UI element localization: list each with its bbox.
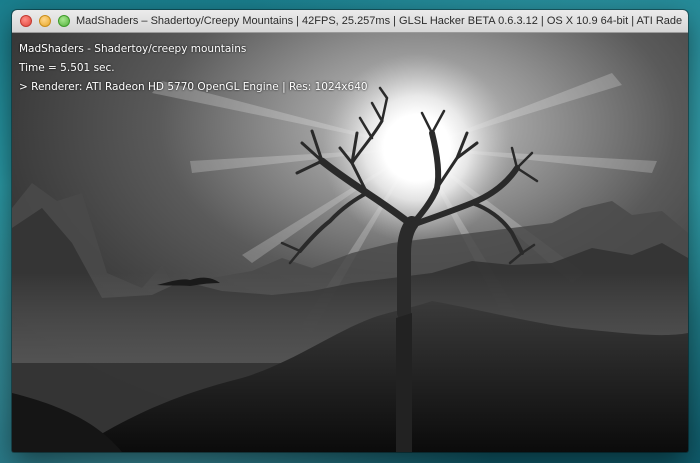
hud-time: Time = 5.501 sec. xyxy=(19,62,115,74)
close-button[interactable] xyxy=(20,15,32,27)
hud-overlay: MadShaders - Shadertoy/creepy mountains … xyxy=(19,40,368,97)
hud-shader-name: MadShaders - Shadertoy/creepy mountains xyxy=(19,43,247,55)
hud-renderer: > Renderer: ATI Radeon HD 5770 OpenGL En… xyxy=(19,81,368,93)
window-title: MadShaders – Shadertoy/Creepy Mountains … xyxy=(76,15,682,27)
minimize-button[interactable] xyxy=(39,15,51,27)
maximize-button[interactable] xyxy=(58,15,70,27)
tree-trunk xyxy=(396,313,412,452)
app-window: MadShaders – Shadertoy/Creepy Mountains … xyxy=(12,10,688,452)
title-bar[interactable]: MadShaders – Shadertoy/Creepy Mountains … xyxy=(12,10,688,33)
